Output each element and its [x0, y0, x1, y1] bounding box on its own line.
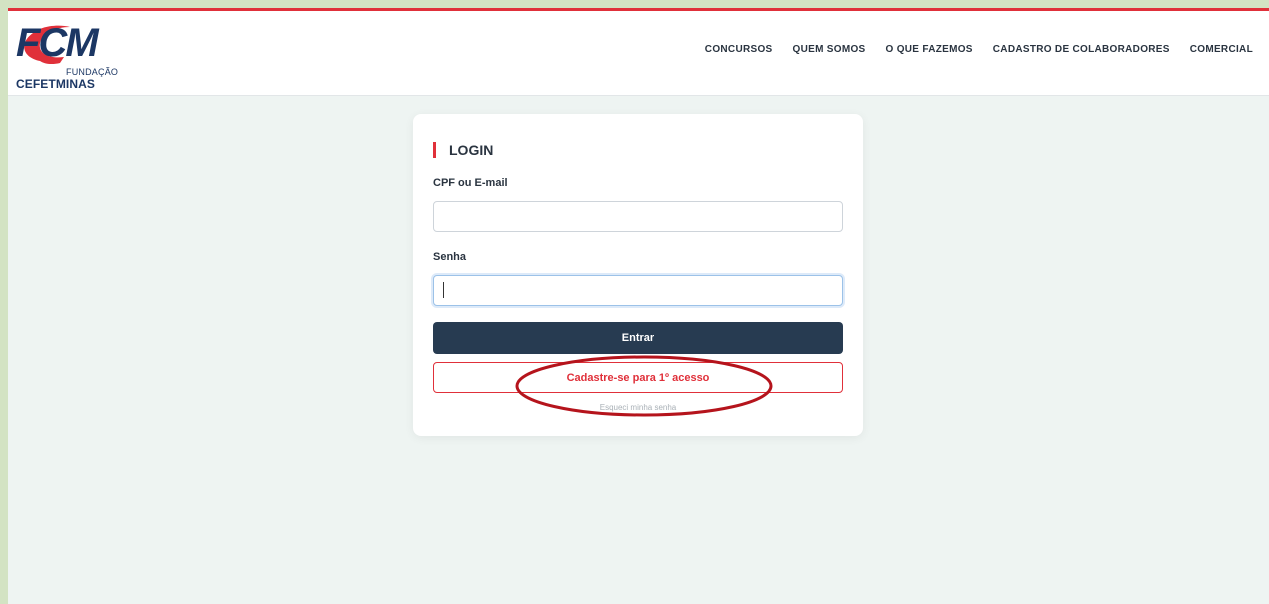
- nav-item-cadastro-colaboradores[interactable]: CADASTRO DE COLABORADORES: [993, 44, 1170, 55]
- login-title: LOGIN: [433, 142, 493, 158]
- logo-fundacao-text: FUNDAÇÃO: [66, 67, 119, 77]
- site-header: FCM FUNDAÇÃO CEFETMINAS CONCURSOS QUEM S…: [8, 11, 1269, 96]
- main-nav: CONCURSOS QUEM SOMOS O QUE FAZEMOS CADAS…: [705, 44, 1253, 55]
- forgot-password-link[interactable]: Esqueci minha senha: [413, 403, 863, 412]
- entrar-button[interactable]: Entrar: [433, 322, 843, 354]
- senha-input[interactable]: [433, 275, 843, 306]
- fcm-logo[interactable]: FCM FUNDAÇÃO CEFETMINAS: [12, 17, 122, 93]
- cadastro-primeiro-acesso-button[interactable]: Cadastre-se para 1º acesso: [433, 362, 843, 393]
- login-card: LOGIN CPF ou E-mail Senha Entrar Cadastr…: [413, 114, 863, 436]
- logo-cefetminas-text: CEFETMINAS: [16, 77, 95, 91]
- text-cursor: [443, 282, 444, 298]
- cpf-email-label: CPF ou E-mail: [433, 177, 508, 189]
- senha-label: Senha: [433, 251, 467, 263]
- cpf-email-input[interactable]: [433, 201, 843, 232]
- nav-item-o-que-fazemos[interactable]: O QUE FAZEMOS: [886, 44, 973, 55]
- nav-item-comercial[interactable]: COMERCIAL: [1190, 44, 1253, 55]
- nav-item-concursos[interactable]: CONCURSOS: [705, 44, 773, 55]
- logo-wordmark: FCM: [16, 21, 99, 65]
- page-frame: FCM FUNDAÇÃO CEFETMINAS CONCURSOS QUEM S…: [8, 8, 1269, 604]
- nav-item-quem-somos[interactable]: QUEM SOMOS: [793, 44, 866, 55]
